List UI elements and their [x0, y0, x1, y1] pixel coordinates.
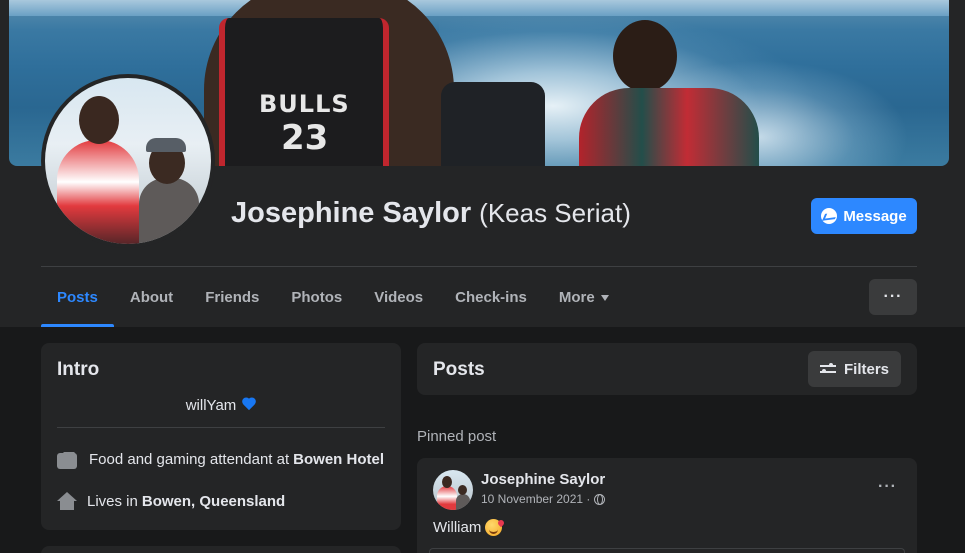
message-button[interactable]: Message: [811, 198, 917, 234]
tab-about[interactable]: About: [114, 268, 189, 327]
lives-place-link[interactable]: Bowen, Queensland: [142, 493, 285, 510]
post-options-button[interactable]: ···: [878, 478, 897, 496]
profile-picture[interactable]: [41, 74, 215, 248]
messenger-icon: [821, 208, 838, 224]
tab-check-ins-label: Check-ins: [455, 289, 527, 306]
outboard-motor: [441, 82, 545, 166]
next-card: [41, 546, 401, 553]
post-avatar-person-2-head: [458, 485, 467, 495]
posts-header-card: Posts Filters: [417, 343, 917, 395]
post-author-avatar[interactable]: [433, 470, 473, 510]
tab-photos[interactable]: Photos: [275, 268, 358, 327]
filters-button[interactable]: Filters: [807, 351, 901, 387]
tab-posts-label: Posts: [57, 289, 98, 306]
post-media[interactable]: [429, 548, 905, 553]
filter-icon: [819, 363, 836, 375]
briefcase-icon: [57, 452, 77, 469]
avatar-person-1-head: [79, 96, 119, 144]
globe-icon: [594, 493, 606, 505]
profile-alternate-name: (Keas Seriat): [479, 198, 631, 228]
intro-lives-row: Lives in Bowen, Queensland: [57, 492, 285, 510]
profile-header: BULLS 23 Josephine Saylor (Keas Seriat) …: [0, 0, 965, 327]
profile-tabs: Posts About Friends Photos Videos Check-…: [41, 268, 625, 327]
profile-picture-image: [45, 78, 211, 244]
post-avatar-person-2: [456, 494, 470, 510]
intro-bio: willYam: [41, 397, 401, 414]
post-avatar-person-1-head: [442, 476, 452, 488]
profile-name-row: Josephine Saylor (Keas Seriat): [231, 197, 631, 230]
tab-posts[interactable]: Posts: [41, 268, 114, 327]
post-text: William: [433, 519, 503, 536]
avatar-person-2: [139, 178, 199, 244]
cover-person-child: [579, 20, 759, 166]
post-meta: 10 November 2021 ·: [481, 492, 606, 506]
pinned-post-label: Pinned post: [417, 428, 497, 445]
intro-title: Intro: [57, 359, 100, 380]
jersey-text: BULLS: [259, 90, 350, 118]
tab-about-label: About: [129, 289, 174, 306]
tab-more-label: More: [558, 289, 595, 306]
tab-friends-label: Friends: [205, 289, 260, 306]
home-icon: [57, 492, 77, 510]
jersey-number: 23: [281, 118, 329, 158]
work-prefix: Food and gaming attendant at: [89, 451, 290, 468]
tab-check-ins[interactable]: Check-ins: [439, 268, 543, 327]
post-author-name[interactable]: Josephine Saylor: [481, 471, 605, 488]
tab-videos-label: Videos: [374, 289, 424, 306]
header-divider: [41, 266, 917, 267]
intro-divider: [57, 427, 385, 428]
post-text-content: William: [433, 519, 482, 536]
caret-down-icon: [600, 294, 609, 301]
post-avatar-person-1: [437, 486, 457, 510]
avatar-person-1: [57, 140, 139, 244]
tab-photos-label: Photos: [291, 289, 343, 306]
intro-bio-text: willYam: [185, 397, 237, 414]
profile-name: Josephine Saylor: [231, 197, 472, 229]
smiling-face-with-hearts-emoji: [485, 519, 503, 536]
tab-friends[interactable]: Friends: [189, 268, 275, 327]
intro-work-row: Food and gaming attendant at Bowen Hotel: [57, 450, 384, 469]
message-button-label: Message: [843, 207, 907, 225]
work-place-link[interactable]: Bowen Hotel: [293, 451, 384, 468]
filters-label: Filters: [843, 360, 889, 378]
lives-prefix: Lives in: [87, 492, 138, 510]
child-head: [613, 20, 677, 92]
tab-videos[interactable]: Videos: [358, 268, 439, 327]
pinned-post: Josephine Saylor 10 November 2021 · ··· …: [417, 458, 917, 553]
posts-title: Posts: [433, 359, 485, 380]
tab-more[interactable]: More: [543, 268, 625, 327]
intro-card: Intro willYam Food and gaming attendant …: [41, 343, 401, 530]
more-options-button[interactable]: ···: [869, 279, 917, 315]
child-body: [579, 88, 759, 166]
post-date[interactable]: 10 November 2021 ·: [481, 492, 590, 506]
heart-icon: [242, 398, 256, 411]
avatar-person-2-cap: [146, 138, 186, 152]
